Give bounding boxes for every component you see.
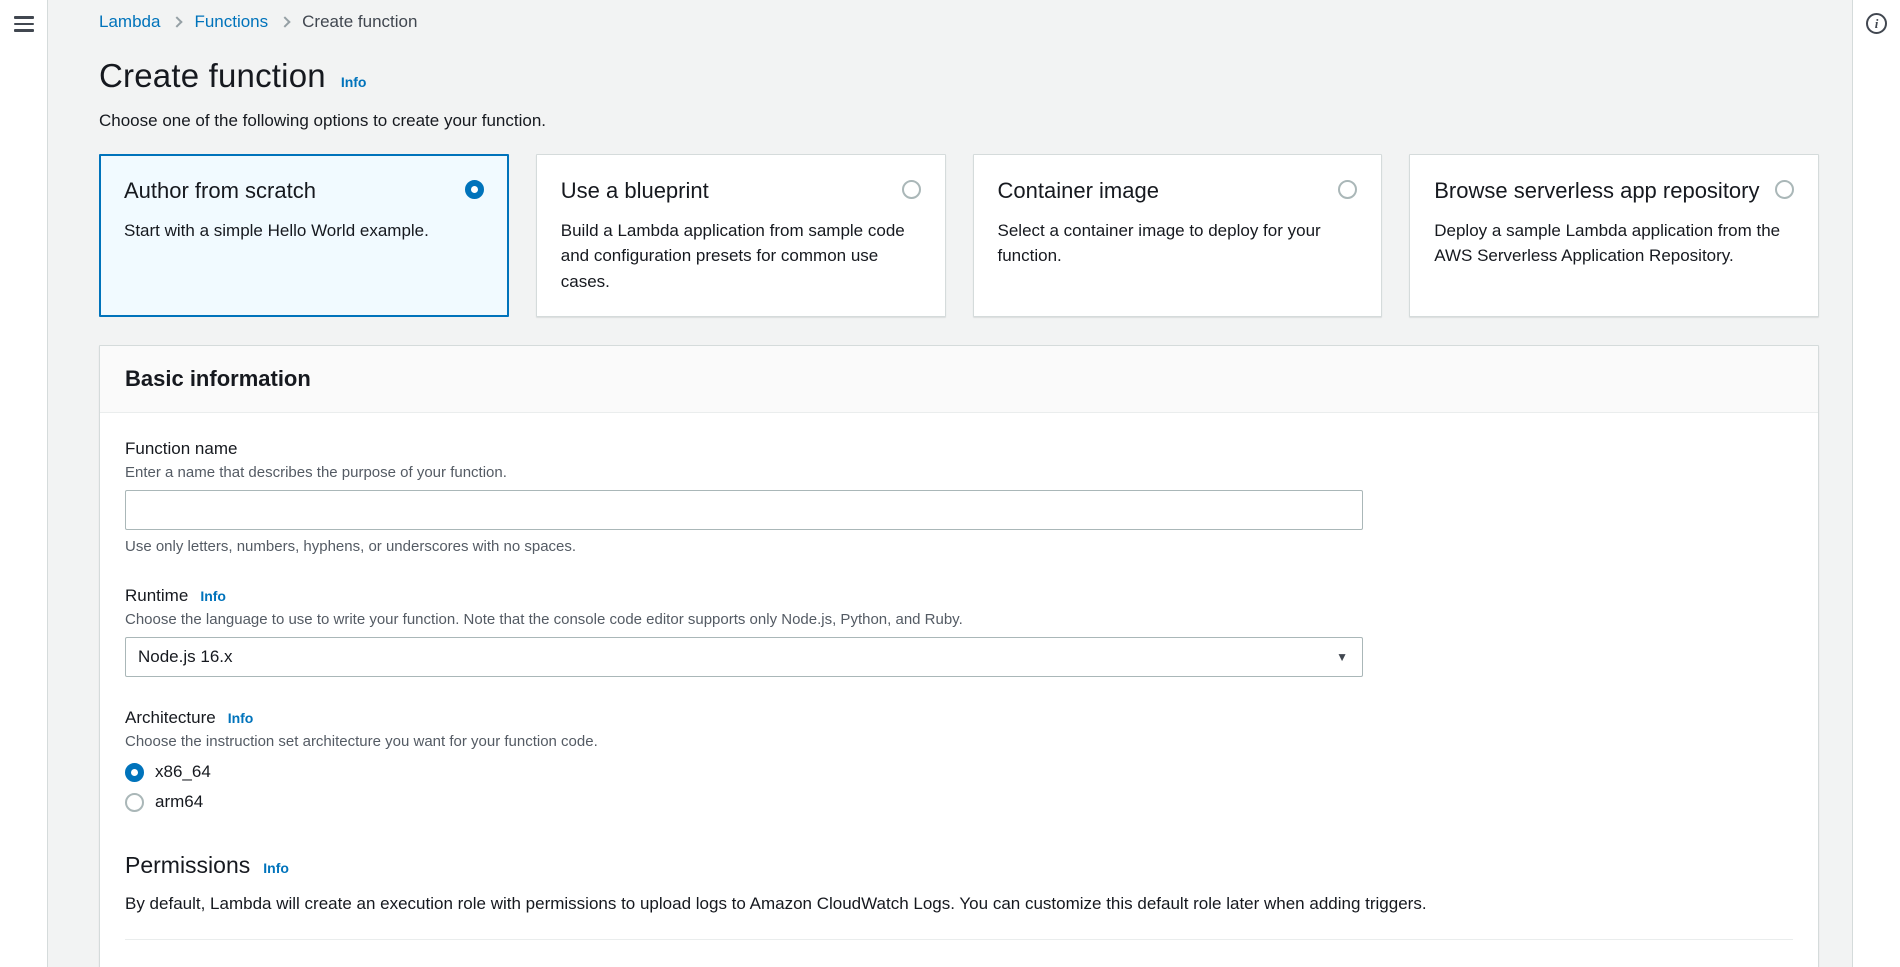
card-title: Browse serverless app repository [1434,177,1759,205]
breadcrumb-current: Create function [302,12,417,32]
runtime-selected-value: Node.js 16.x [138,647,233,667]
radio-option-arm64[interactable]: arm64 [125,792,1793,812]
card-title: Container image [998,177,1159,205]
page-subtitle: Choose one of the following options to c… [99,111,1819,131]
architecture-radio-group: x86_64 arm64 [125,762,1793,812]
panel-body: Function name Enter a name that describe… [100,413,1818,967]
permissions-section: Permissions Info By default, Lambda will… [125,852,1793,914]
runtime-info-link[interactable]: Info [200,588,226,604]
panel-heading: Basic information [125,366,1793,392]
runtime-field-group: Runtime Info Choose the language to use … [125,586,1793,677]
card-description: Select a container image to deploy for y… [998,218,1358,269]
permissions-description: By default, Lambda will create an execut… [125,894,1793,914]
runtime-label: Runtime [125,586,188,606]
radio-option-label: x86_64 [155,762,211,782]
architecture-field-group: Architecture Info Choose the instruction… [125,708,1793,812]
architecture-label: Architecture [125,708,216,728]
right-tools-rail: i [1852,0,1900,967]
radio-unselected-icon[interactable] [902,180,921,199]
architecture-info-link[interactable]: Info [228,710,254,726]
breadcrumb: Lambda Functions Create function [99,12,1819,32]
function-name-label: Function name [125,439,237,459]
radio-option-label: arm64 [155,792,203,812]
breadcrumb-link-functions[interactable]: Functions [194,12,268,32]
architecture-description: Choose the instruction set architecture … [125,733,1793,750]
breadcrumb-link-lambda[interactable]: Lambda [99,12,160,32]
function-name-input[interactable] [125,490,1363,530]
basic-information-panel: Basic information Function name Enter a … [99,345,1819,967]
card-title: Author from scratch [124,177,316,205]
radio-unselected-icon[interactable] [125,793,144,812]
function-name-field-group: Function name Enter a name that describe… [125,439,1793,555]
panel-header: Basic information [100,346,1818,413]
radio-unselected-icon[interactable] [1775,180,1794,199]
radio-unselected-icon[interactable] [1338,180,1357,199]
card-use-a-blueprint[interactable]: Use a blueprint Build a Lambda applicati… [536,154,946,317]
chevron-right-icon [172,16,183,27]
title-info-link[interactable]: Info [341,74,367,90]
card-title: Use a blueprint [561,177,709,205]
left-nav-rail [0,0,48,967]
panel-footer [125,940,1793,967]
card-description: Build a Lambda application from sample c… [561,218,921,295]
function-name-description: Enter a name that describes the purpose … [125,464,1793,481]
radio-option-x86-64[interactable]: x86_64 [125,762,1793,782]
card-description: Deploy a sample Lambda application from … [1434,218,1794,269]
permissions-info-link[interactable]: Info [263,860,289,876]
card-author-from-scratch[interactable]: Author from scratch Start with a simple … [99,154,509,317]
permissions-heading: Permissions [125,852,250,879]
radio-selected-icon[interactable] [465,180,484,199]
hamburger-menu-icon[interactable] [12,12,36,36]
creation-option-cards: Author from scratch Start with a simple … [99,154,1819,317]
runtime-description: Choose the language to use to write your… [125,611,1793,628]
info-circle-icon[interactable]: i [1866,13,1887,34]
runtime-select[interactable]: Node.js 16.x ▼ [125,637,1363,677]
radio-selected-icon[interactable] [125,763,144,782]
card-browse-serverless-app-repository[interactable]: Browse serverless app repository Deploy … [1409,154,1819,317]
page-title-row: Create function Info [99,57,1819,95]
function-name-constraint: Use only letters, numbers, hyphens, or u… [125,538,1793,555]
chevron-right-icon [279,16,290,27]
caret-down-icon: ▼ [1336,651,1348,663]
page-title: Create function [99,57,326,95]
card-container-image[interactable]: Container image Select a container image… [973,154,1383,317]
card-description: Start with a simple Hello World example. [124,218,484,244]
main-content: Lambda Functions Create function Create … [48,0,1852,967]
